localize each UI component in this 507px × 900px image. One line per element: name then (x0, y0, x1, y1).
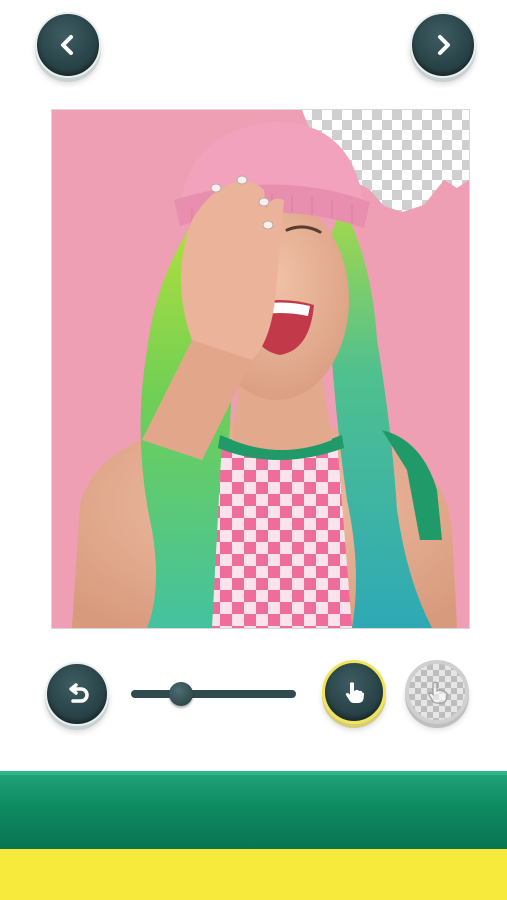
bottom-ad-bar (0, 849, 507, 900)
erase-hand-button[interactable] (405, 660, 469, 724)
restore-hand-button[interactable] (322, 660, 386, 724)
chevron-right-icon (438, 35, 450, 55)
back-button[interactable] (35, 12, 101, 78)
undo-button[interactable] (45, 662, 109, 726)
photo-canvas[interactable] (51, 109, 470, 629)
next-button[interactable] (410, 12, 476, 78)
slider-thumb[interactable] (168, 682, 193, 706)
bottom-banner-bar (0, 771, 507, 849)
slider-track[interactable] (131, 690, 296, 698)
hand-touch-icon (345, 682, 364, 703)
undo-icon (69, 683, 89, 703)
brush-size-slider[interactable] (131, 682, 296, 706)
transparent-hand-icon (428, 681, 448, 704)
chevron-left-icon (61, 35, 73, 55)
edited-photo (52, 110, 469, 628)
